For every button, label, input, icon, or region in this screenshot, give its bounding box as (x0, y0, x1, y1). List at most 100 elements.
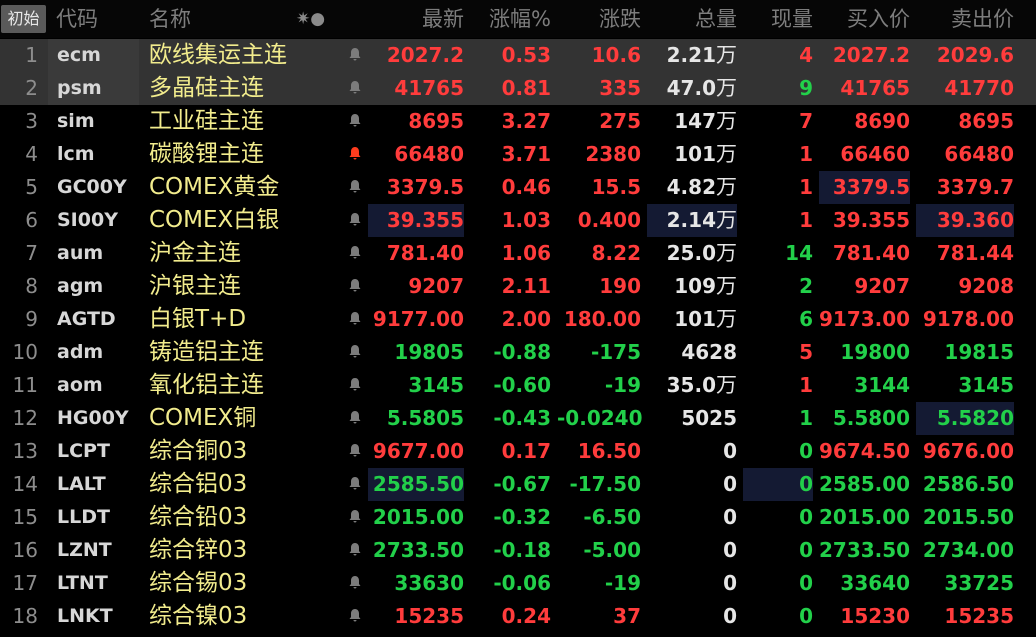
table-row[interactable]: 2 psm 多晶硅主连 41765 0.81 335 47.0万 9 41765 41770 (0, 72, 1036, 105)
total-volume: 0 (647, 600, 737, 633)
instrument-code[interactable]: agm (57, 270, 145, 303)
price-alert-bell-icon[interactable] (342, 72, 368, 105)
column-header-current-volume[interactable]: 现量 (743, 0, 813, 38)
table-row[interactable]: 10 adm 铸造铝主连 19805 -0.88 -175 4628 5 19800 19815 (0, 336, 1036, 369)
column-header-change-percent[interactable]: 涨幅% (470, 0, 551, 38)
table-row[interactable]: 7 aum 沪金主连 781.40 1.06 8.22 25.0万 14 781.40 781.4… (0, 237, 1036, 270)
table-row[interactable]: 15 LLDT 综合铅03 2015.00 -0.32 -6.50 0 0 2015.00 201… (0, 501, 1036, 534)
price-alert-bell-icon[interactable] (342, 336, 368, 369)
price-alert-bell-icon[interactable] (342, 171, 368, 204)
instrument-code[interactable]: LALT (57, 468, 145, 501)
last-price: 66480 (394, 142, 464, 166)
price-change: 2380 (585, 142, 641, 166)
table-row[interactable]: 11 aom 氧化铝主连 3145 -0.60 -19 35.0万 1 3144 3145 (0, 369, 1036, 402)
price-alert-bell-icon[interactable] (342, 369, 368, 402)
table-row[interactable]: 3 sim 工业硅主连 8695 3.27 275 147万 7 8690 8695 (0, 105, 1036, 138)
instrument-code[interactable]: lcm (57, 138, 145, 171)
column-header-code[interactable]: 代码 (56, 0, 98, 38)
table-row[interactable]: 8 agm 沪银主连 9207 2.11 190 109万 2 9207 9208 (0, 270, 1036, 303)
instrument-code[interactable]: adm (57, 336, 145, 369)
column-header-change[interactable]: 涨跌 (557, 0, 641, 38)
price-alert-bell-icon[interactable] (342, 468, 368, 501)
column-header-name[interactable]: 名称 (149, 0, 191, 38)
total-volume: 101万 (647, 303, 737, 336)
price-alert-bell-icon[interactable] (342, 435, 368, 468)
price-alert-bell-icon[interactable] (342, 204, 368, 237)
instrument-name[interactable]: COMEX黄金 (149, 171, 344, 204)
table-row[interactable]: 17 LTNT 综合锡03 33630 -0.06 -19 0 0 33640 33725 (0, 567, 1036, 600)
total-volume-value: 2.21 (666, 43, 716, 67)
table-row[interactable]: 13 LCPT 综合铜03 9677.00 0.17 16.50 0 0 9674.50 9676… (0, 435, 1036, 468)
price-change: 37 (613, 604, 641, 628)
price-change: 335 (599, 76, 641, 100)
column-header-total-volume[interactable]: 总量 (647, 0, 737, 38)
total-volume: 0 (647, 435, 737, 468)
total-volume: 47.0万 (647, 72, 737, 105)
price-alert-bell-icon[interactable] (342, 567, 368, 600)
price-alert-bell-icon[interactable] (342, 303, 368, 336)
instrument-name[interactable]: COMEX铜 (149, 402, 344, 435)
instrument-name[interactable]: 综合锌03 (149, 534, 344, 567)
table-row[interactable]: 4 lcm 碳酸锂主连 66480 3.71 2380 101万 1 66460 66480 (0, 138, 1036, 171)
price-alert-bell-icon[interactable] (342, 534, 368, 567)
bid-price: 2027.2 (832, 43, 910, 67)
bell-icon (349, 411, 361, 424)
column-header-last-price[interactable]: 最新 (368, 0, 464, 38)
bell-icon (349, 477, 361, 490)
column-header-ask-price[interactable]: 卖出价 (916, 0, 1014, 38)
table-row[interactable]: 14 LALT 综合铝03 2585.50 -0.67 -17.50 0 0 2585.00 25… (0, 468, 1036, 501)
instrument-code[interactable]: LNKT (57, 600, 145, 633)
table-row[interactable]: 6 SI00Y COMEX白银 39.355 1.03 0.400 2.14万 1 39.355… (0, 204, 1036, 237)
instrument-code[interactable]: GC00Y (57, 171, 145, 204)
instrument-name[interactable]: 工业硅主连 (149, 105, 344, 138)
instrument-name[interactable]: 综合铜03 (149, 435, 344, 468)
instrument-name[interactable]: 综合锡03 (149, 567, 344, 600)
current-volume: 1 (799, 406, 813, 430)
total-volume-value: 5025 (681, 406, 737, 430)
instrument-code[interactable]: aum (57, 237, 145, 270)
price-alert-bell-icon[interactable] (342, 237, 368, 270)
column-header-bid-price[interactable]: 买入价 (819, 0, 910, 38)
price-alert-bell-icon[interactable] (342, 39, 368, 72)
instrument-name[interactable]: 欧线集运主连 (149, 39, 344, 72)
row-index: 14 (12, 472, 38, 496)
table-row[interactable]: 18 LNKT 综合镍03 15235 0.24 37 0 0 15230 15235 (0, 600, 1036, 633)
instrument-name[interactable]: 白银T+D (149, 303, 344, 336)
instrument-name[interactable]: 铸造铝主连 (149, 336, 344, 369)
instrument-name[interactable]: 沪银主连 (149, 270, 344, 303)
price-alert-bell-icon[interactable] (342, 501, 368, 534)
instrument-name[interactable]: 综合铝03 (149, 468, 344, 501)
instrument-code[interactable]: LLDT (57, 501, 145, 534)
instrument-code[interactable]: SI00Y (57, 204, 145, 237)
price-change: 180.00 (563, 307, 641, 331)
total-volume-value: 109 (674, 274, 716, 298)
table-row[interactable]: 5 GC00Y COMEX黄金 3379.5 0.46 15.5 4.82万 1 3379.5 3… (0, 171, 1036, 204)
instrument-code[interactable]: psm (57, 72, 145, 105)
instrument-code[interactable]: HG00Y (57, 402, 145, 435)
price-alert-bell-icon[interactable] (342, 402, 368, 435)
table-row[interactable]: 1 ecm 欧线集运主连 2027.2 0.53 10.6 2.21万 4 2027.2 2029… (0, 39, 1036, 72)
instrument-name[interactable]: 沪金主连 (149, 237, 344, 270)
price-alert-bell-icon[interactable] (342, 270, 368, 303)
column-settings-icon[interactable]: ✷● (296, 0, 325, 38)
instrument-name[interactable]: 多晶硅主连 (149, 72, 344, 105)
instrument-name[interactable]: 综合镍03 (149, 600, 344, 633)
instrument-name[interactable]: 碳酸锂主连 (149, 138, 344, 171)
instrument-name[interactable]: 氧化铝主连 (149, 369, 344, 402)
table-row[interactable]: 9 AGTD 白银T+D 9177.00 2.00 180.00 101万 6 9173.00 9… (0, 303, 1036, 336)
instrument-code[interactable]: LTNT (57, 567, 145, 600)
instrument-code[interactable]: LCPT (57, 435, 145, 468)
price-alert-bell-icon[interactable] (342, 138, 368, 171)
reset-sort-button[interactable]: 初始 (1, 5, 46, 33)
instrument-code[interactable]: LZNT (57, 534, 145, 567)
price-alert-bell-icon[interactable] (342, 105, 368, 138)
instrument-code[interactable]: sim (57, 105, 145, 138)
table-row[interactable]: 12 HG00Y COMEX铜 5.5805 -0.43 -0.0240 5025 1 5.58… (0, 402, 1036, 435)
instrument-code[interactable]: aom (57, 369, 145, 402)
instrument-name[interactable]: 综合铅03 (149, 501, 344, 534)
instrument-code[interactable]: AGTD (57, 303, 145, 336)
price-alert-bell-icon[interactable] (342, 600, 368, 633)
instrument-name[interactable]: COMEX白银 (149, 204, 344, 237)
table-row[interactable]: 16 LZNT 综合锌03 2733.50 -0.18 -5.00 0 0 2733.50 273… (0, 534, 1036, 567)
instrument-code[interactable]: ecm (57, 39, 145, 72)
